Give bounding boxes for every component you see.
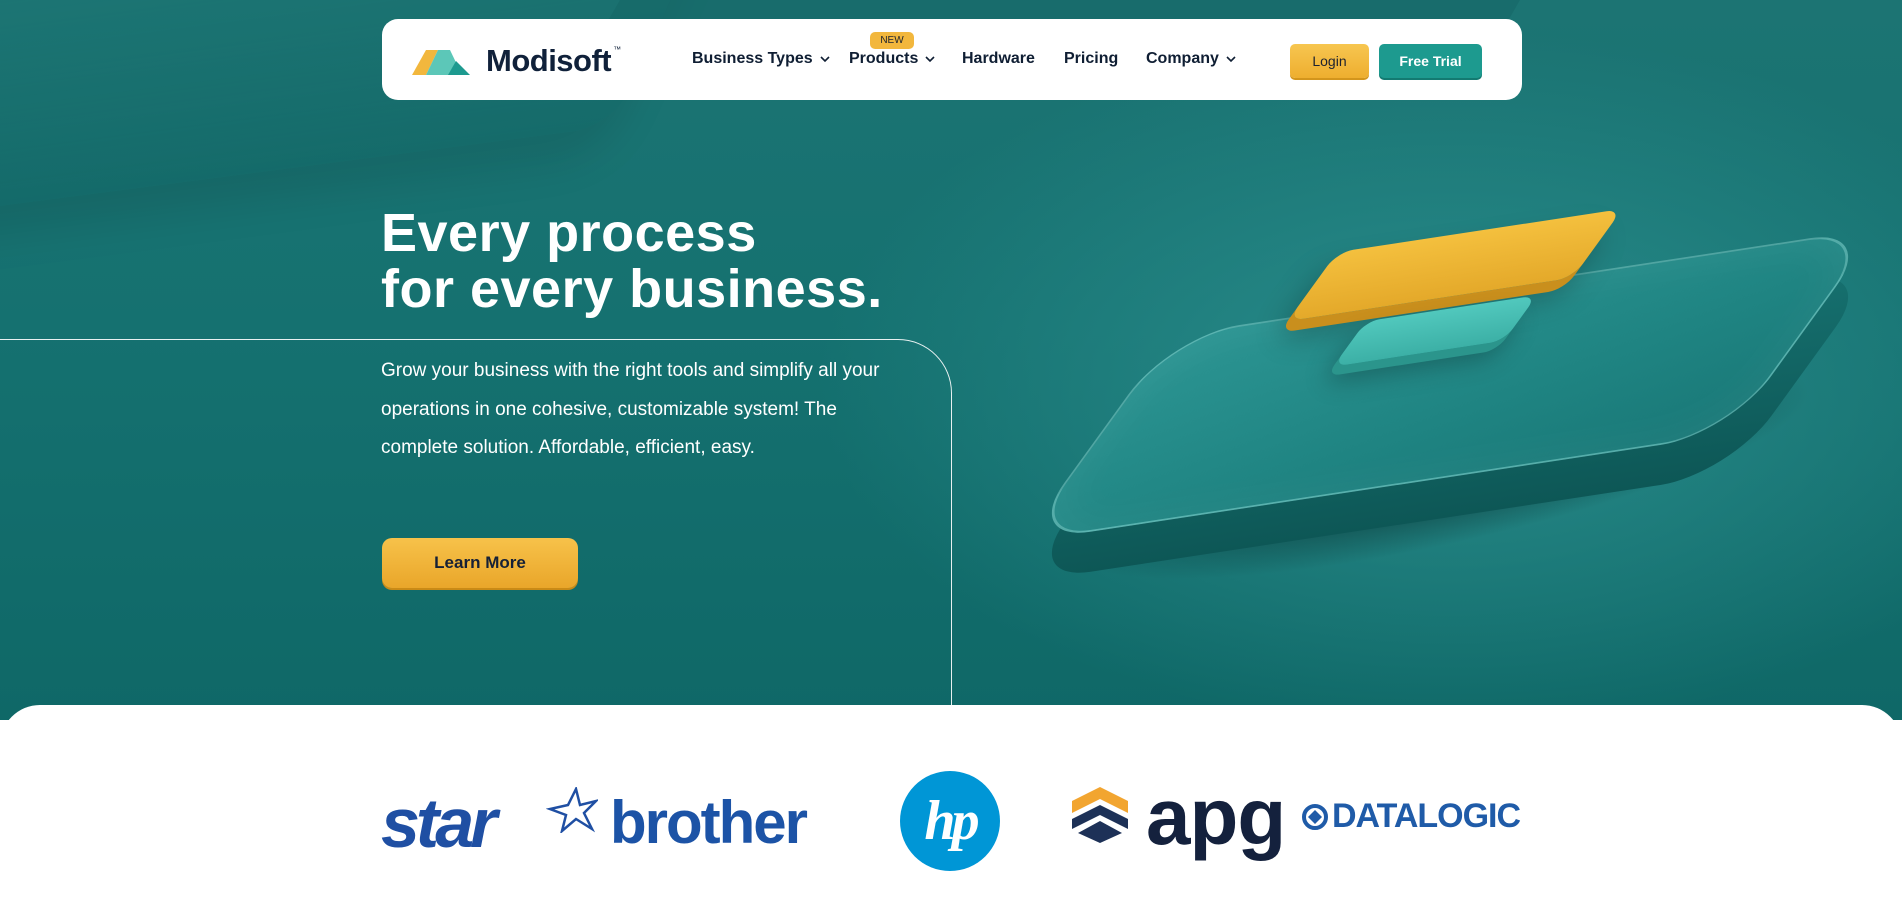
hero-subtext: Grow your business with the right tools …	[381, 360, 880, 458]
star-logo-star-icon	[546, 787, 598, 833]
nav-business-types[interactable]: Business Types	[692, 50, 830, 68]
nav-products[interactable]: Products	[849, 50, 935, 68]
hp-logo-text: hp	[924, 790, 979, 852]
datalogic-logo-text: DATALOGIC	[1332, 797, 1521, 835]
hero-section: Every process for every business. Grow y…	[0, 0, 1902, 720]
brand-trademark: ™	[613, 44, 622, 54]
headline-line-1: Every process	[381, 203, 757, 263]
brand-name: Modisoft	[486, 43, 612, 78]
nav-label: Business Types	[692, 50, 813, 67]
learn-more-button[interactable]: Learn More	[382, 538, 578, 588]
partner-logos-section: star brother hp apg DATALOGIC	[0, 705, 1902, 898]
nav-label: Pricing	[1064, 50, 1119, 67]
nav-pricing[interactable]: Pricing	[1064, 50, 1118, 68]
apg-logo: apg	[1146, 772, 1286, 861]
nav-label: Company	[1146, 50, 1219, 67]
star-logo: star	[381, 784, 497, 862]
nav-company[interactable]: Company	[1146, 50, 1236, 68]
login-button[interactable]: Login	[1290, 44, 1369, 78]
nav-label: Products	[849, 50, 919, 67]
hero-3d-illustration	[1016, 130, 1880, 625]
chevron-down-icon	[1226, 56, 1236, 63]
chevron-down-icon	[925, 56, 935, 63]
nav-hardware[interactable]: Hardware	[962, 50, 1035, 68]
free-trial-button[interactable]: Free Trial	[1379, 44, 1482, 78]
chevron-down-icon	[820, 56, 830, 63]
datalogic-logo-icon	[1302, 803, 1328, 830]
brother-logo: brother	[610, 789, 808, 856]
new-badge: NEW	[870, 32, 914, 49]
modisoft-logo-icon	[412, 50, 470, 75]
nav-label: Hardware	[962, 50, 1035, 67]
headline-line-2: for every business.	[381, 259, 883, 319]
top-navigation: Modisoft ™ Business Types NEW Products H…	[382, 19, 1522, 100]
datalogic-logo: DATALOGIC	[1302, 797, 1521, 836]
hero-headline: Every process for every business.	[381, 205, 981, 317]
apg-logo-icon	[1072, 787, 1128, 843]
hp-logo: hp	[900, 771, 1000, 871]
brand-logo[interactable]: Modisoft ™	[412, 43, 621, 79]
